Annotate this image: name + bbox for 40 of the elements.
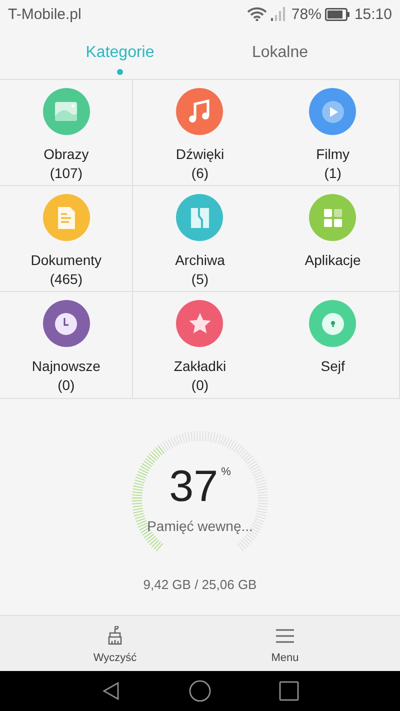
file-count: (5) [191, 270, 209, 289]
image-icon[interactable] [42, 88, 90, 135]
storage-label: Pamięć wewnę... [147, 518, 253, 534]
battery-icon [325, 8, 350, 20]
music-note-icon[interactable] [176, 88, 224, 135]
play-icon[interactable] [309, 88, 356, 135]
clock-time: 15:10 [354, 6, 392, 22]
carrier-name: T-Mobile.pl [8, 6, 82, 22]
category-label[interactable]: Dźwięki [176, 145, 224, 164]
category-label[interactable]: Dokumenty [30, 251, 102, 270]
file-count: (0) [58, 376, 75, 395]
back-icon[interactable] [101, 681, 121, 701]
battery-percent: 78% [291, 6, 322, 22]
tab[interactable]: Lokalne [248, 30, 312, 72]
percent-sign: % [221, 466, 231, 478]
category-label[interactable]: Filmy [316, 145, 350, 164]
category-label[interactable]: Obrazy [44, 145, 89, 164]
storage-usage: 9,42 GB / 25,06 GB [143, 577, 257, 592]
wifi-icon [247, 7, 268, 21]
home-icon[interactable] [189, 680, 211, 702]
category-label[interactable]: Najnowsze [32, 357, 100, 376]
document-icon[interactable] [42, 194, 90, 241]
category-label[interactable]: Aplikacje [304, 251, 361, 270]
category-label[interactable]: Zakładki [174, 357, 226, 376]
file-count: (465) [50, 270, 82, 289]
file-count: (0) [191, 376, 209, 395]
keyhole-icon[interactable] [309, 300, 356, 347]
usage-percent: 37 [169, 464, 218, 510]
apps-icon[interactable] [309, 194, 356, 241]
menu-button[interactable]: Menu [230, 616, 340, 671]
category-label[interactable]: Sejf [320, 357, 345, 376]
zip-file-icon[interactable] [176, 194, 224, 241]
file-count: (6) [191, 164, 209, 183]
file-count: (107) [50, 164, 82, 183]
clean-button[interactable]: Wyczyść [60, 616, 170, 671]
clock-icon[interactable] [42, 300, 90, 347]
recents-icon[interactable] [279, 681, 299, 701]
category-label[interactable]: Archiwa [175, 251, 225, 270]
signal-icon [271, 7, 288, 21]
file-count: (1) [324, 164, 342, 183]
